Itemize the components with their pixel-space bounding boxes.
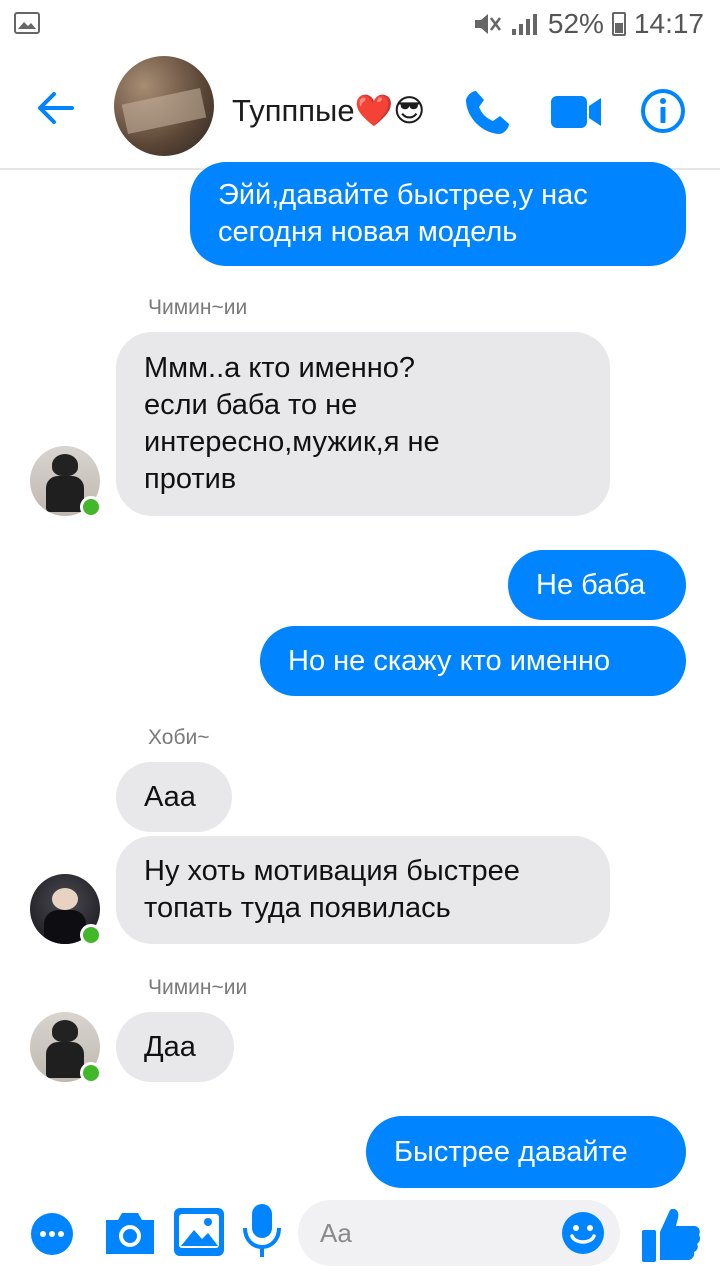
gallery-icon[interactable]	[172, 1206, 226, 1258]
emoji-icon[interactable]	[560, 1210, 606, 1256]
more-icon[interactable]	[30, 1212, 74, 1256]
online-indicator	[80, 924, 102, 946]
camera-icon[interactable]	[102, 1208, 158, 1258]
phone-icon[interactable]	[462, 88, 512, 138]
message-bubble-incoming[interactable]: Ааа	[116, 762, 232, 832]
message-bubble-outgoing[interactable]: Эйй,давайте быстрее,у нас сегодня новая …	[190, 162, 686, 266]
message-bubble-incoming[interactable]: Даа	[116, 1012, 234, 1082]
info-icon[interactable]	[640, 88, 686, 134]
battery-icon	[611, 12, 626, 36]
status-bar: 52% 14:17	[0, 0, 720, 48]
group-avatar[interactable]	[114, 56, 214, 156]
back-arrow-icon[interactable]	[32, 86, 80, 130]
online-indicator	[80, 1062, 102, 1084]
message-bubble-incoming[interactable]: Ну хоть мотивация быстрее топать туда по…	[116, 836, 610, 944]
online-indicator	[80, 496, 102, 518]
chat-header: Тупппые❤️😎	[0, 48, 720, 170]
avatar[interactable]	[30, 874, 102, 946]
avatar[interactable]	[30, 1012, 102, 1084]
message-bubble-outgoing[interactable]: Не баба	[508, 550, 686, 620]
clock: 14:17	[633, 8, 704, 39]
battery-percent: 52%	[547, 8, 604, 39]
status-right: 52% 14:17	[472, 6, 704, 42]
message-bubble-incoming[interactable]: Ммм..а кто именно? если баба то не интер…	[116, 332, 610, 516]
signal-icon	[511, 14, 537, 35]
chat-title[interactable]: Тупппые❤️😎	[232, 92, 426, 129]
sender-name: Чимин~ии	[148, 296, 248, 319]
microphone-icon[interactable]	[240, 1202, 284, 1260]
sender-name: Чимин~ии	[148, 976, 248, 999]
message-input[interactable]: Aa	[298, 1200, 620, 1266]
message-bubble-outgoing[interactable]: Быстрее давайте	[366, 1116, 686, 1188]
mute-icon	[474, 14, 501, 34]
avatar[interactable]	[30, 446, 102, 518]
video-camera-icon[interactable]	[550, 92, 602, 132]
sender-name: Хоби~	[148, 726, 210, 749]
gallery-notification-icon	[14, 12, 40, 34]
message-bubble-outgoing[interactable]: Но не скажу кто именно	[260, 626, 686, 696]
message-input-placeholder: Aa	[320, 1218, 352, 1248]
like-thumb-icon[interactable]	[640, 1204, 702, 1264]
composer-bar: Aa	[0, 1190, 720, 1280]
